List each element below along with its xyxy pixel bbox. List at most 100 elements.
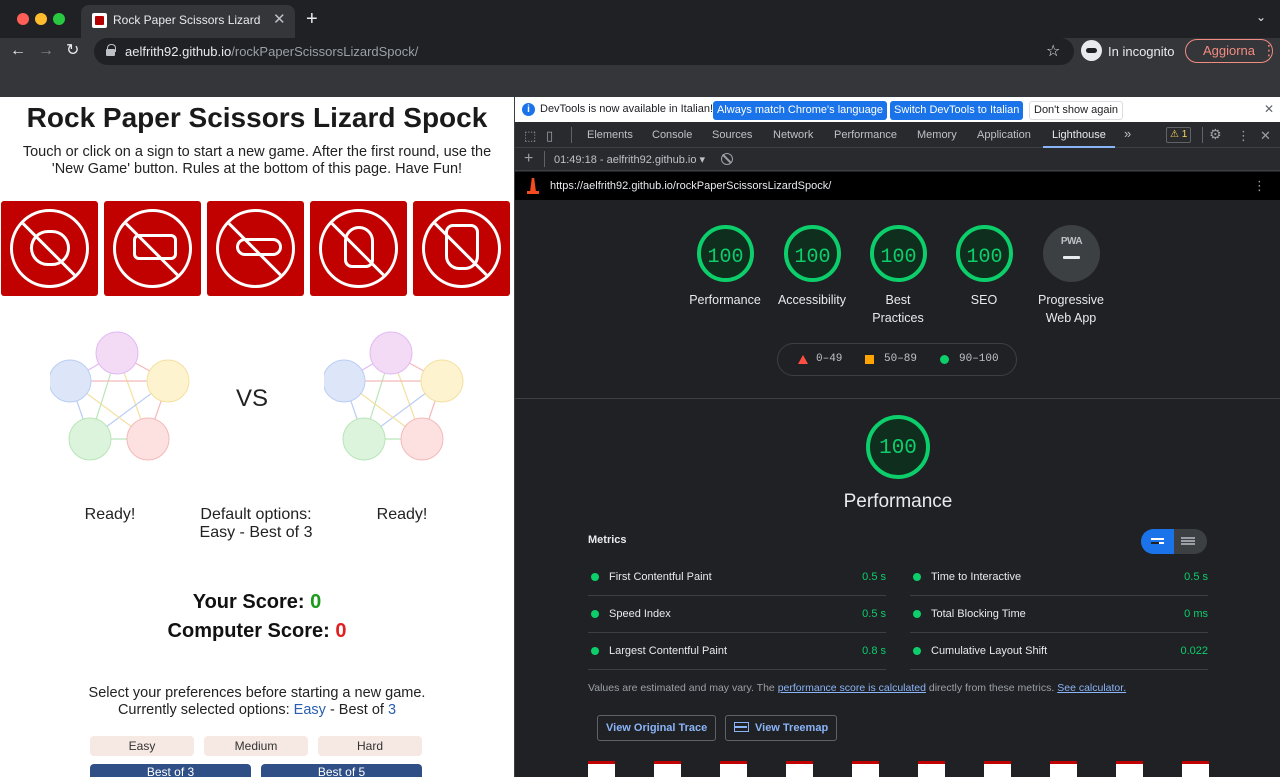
- vs-label: VS: [236, 385, 269, 412]
- filmstrip-frame: [984, 761, 1011, 777]
- computer-choice-wheel: [324, 331, 464, 461]
- computer-score: Computer Score: 0: [167, 620, 347, 642]
- preferences-text: Select your preferences before starting …: [88, 685, 426, 718]
- computer-score-value: 0: [335, 620, 347, 642]
- inspect-element-icon[interactable]: ⬚: [524, 128, 536, 144]
- info-icon: i: [522, 103, 535, 116]
- pass-circle-icon: [940, 355, 949, 364]
- your-score-value: 0: [310, 591, 322, 613]
- report-url-bar: https://aelfrith92.github.io/rockPaperSc…: [515, 172, 1280, 200]
- update-button[interactable]: Aggiorna: [1185, 39, 1273, 63]
- tab-network[interactable]: Network: [773, 129, 813, 141]
- medium-button[interactable]: Medium: [204, 736, 308, 756]
- bookmark-star-icon[interactable]: ☆: [1046, 41, 1060, 61]
- switch-language-button[interactable]: Switch DevTools to Italian: [890, 101, 1024, 120]
- tab-lighthouse[interactable]: Lighthouse: [1052, 129, 1106, 141]
- tab-sources[interactable]: Sources: [712, 129, 752, 141]
- report-url[interactable]: https://aelfrith92.github.io/rockPaperSc…: [550, 180, 831, 192]
- more-tabs-icon[interactable]: »: [1124, 126, 1131, 141]
- filmstrip-frame: [654, 761, 681, 777]
- tab-application[interactable]: Application: [977, 129, 1031, 141]
- close-window-button[interactable]: [17, 13, 29, 25]
- tab-memory[interactable]: Memory: [917, 129, 957, 141]
- new-report-icon[interactable]: +: [524, 150, 533, 168]
- default-options-text: Default options: Easy - Best of 3: [199, 506, 313, 541]
- warnings-badge[interactable]: ⚠ 1: [1166, 127, 1192, 143]
- metric-tti: Time to Interactive 0.5 s: [910, 559, 1208, 596]
- devtools-close-icon[interactable]: ✕: [1260, 128, 1271, 144]
- filmstrip-frame: [1116, 761, 1143, 777]
- infobar-close-icon[interactable]: ✕: [1264, 102, 1274, 116]
- computer-status: Ready!: [376, 506, 428, 523]
- selected-rounds: 3: [387, 702, 397, 718]
- intro-text: Touch or click on a sign to start a new …: [22, 144, 492, 177]
- lock-icon[interactable]: [106, 44, 116, 56]
- hard-button[interactable]: Hard: [318, 736, 422, 756]
- address-bar[interactable]: aelfrith92.github.io/rockPaperScissorsLi…: [94, 38, 1074, 65]
- scissors-button[interactable]: [207, 201, 304, 296]
- filmstrip-frame: [720, 761, 747, 777]
- maximize-window-button[interactable]: [53, 13, 65, 25]
- selected-difficulty: Easy: [293, 702, 326, 718]
- devtools-menu-icon[interactable]: ⋮: [1237, 128, 1250, 144]
- summary-view-icon[interactable]: [1141, 529, 1174, 554]
- back-icon[interactable]: ←: [10, 41, 26, 61]
- player-choice-wheel: [50, 331, 190, 461]
- metrics-heading: Metrics: [588, 534, 627, 546]
- easy-button[interactable]: Easy: [90, 736, 194, 756]
- browser-tab[interactable]: Rock Paper Scissors Lizard Spock ✕: [81, 5, 295, 38]
- tab-search-chevron-icon[interactable]: ⌄: [1256, 10, 1266, 24]
- new-tab-button[interactable]: +: [306, 8, 318, 30]
- browser-menu-icon[interactable]: ⋮: [1262, 42, 1276, 59]
- paper-icon: [113, 209, 192, 288]
- game-page: Rock Paper Scissors Lizard Spock Touch o…: [0, 97, 514, 777]
- filmstrip-frame: [588, 761, 615, 777]
- paper-button[interactable]: [104, 201, 201, 296]
- expanded-view-icon[interactable]: [1181, 537, 1195, 539]
- pwa-badge-icon: PWA: [1060, 236, 1083, 247]
- tab-console[interactable]: Console: [652, 129, 692, 141]
- score-calculated-link[interactable]: performance score is calculated: [778, 682, 926, 694]
- player-status: Ready!: [84, 506, 136, 523]
- best-of-3-button[interactable]: Best of 3: [90, 764, 251, 777]
- lizard-button[interactable]: [310, 201, 407, 296]
- address-text: aelfrith92.github.io/rockPaperScissorsLi…: [125, 44, 419, 59]
- see-calculator-link[interactable]: See calculator.: [1057, 682, 1126, 694]
- infobar-text: DevTools is now available in Italian!: [540, 103, 714, 115]
- lighthouse-logo-icon: [527, 178, 539, 194]
- sign-buttons: [1, 201, 513, 297]
- view-treemap-button[interactable]: View Treemap: [725, 715, 838, 741]
- rock-button[interactable]: [1, 201, 98, 296]
- tab-close-icon[interactable]: ✕: [273, 11, 286, 29]
- tab-performance[interactable]: Performance: [834, 129, 897, 141]
- tab-elements[interactable]: Elements: [587, 129, 633, 141]
- dont-show-again-button[interactable]: Don't show again: [1029, 101, 1124, 120]
- tab-favicon-icon: [92, 13, 107, 28]
- minimize-window-button[interactable]: [35, 13, 47, 25]
- view-original-trace-button[interactable]: View Original Trace: [597, 715, 717, 741]
- device-toolbar-icon[interactable]: ▯: [546, 128, 553, 144]
- metric-speed-index: Speed Index 0.5 s: [588, 596, 886, 633]
- report-menu-icon[interactable]: ⋮: [1253, 178, 1266, 194]
- metric-cls: Cumulative Layout Shift 0.022: [910, 633, 1208, 670]
- filmstrip-frame: [1050, 761, 1077, 777]
- metric-tbt: Total Blocking Time 0 ms: [910, 596, 1208, 633]
- language-infobar: i DevTools is now available in Italian! …: [515, 97, 1280, 122]
- browser-toolbar: ← → ↻ aelfrith92.github.io/rockPaperScis…: [0, 38, 1280, 66]
- performance-title: Performance: [843, 491, 953, 512]
- devtools-tabbar: ⬚ ▯ Elements Console Sources Network Per…: [515, 122, 1280, 148]
- gauge-pwa[interactable]: PWA Progressive Web App: [1016, 225, 1126, 335]
- forward-icon[interactable]: →: [38, 41, 54, 61]
- settings-gear-icon[interactable]: ⚙: [1209, 126, 1222, 143]
- values-note: Values are estimated and may vary. The p…: [588, 682, 1127, 694]
- metrics-view-toggle[interactable]: [1141, 529, 1207, 554]
- spock-button[interactable]: [413, 201, 510, 296]
- rock-icon: [10, 209, 89, 288]
- clear-reports-icon[interactable]: [721, 153, 733, 165]
- best-of-5-button[interactable]: Best of 5: [261, 764, 422, 777]
- report-selector[interactable]: 01:49:18 - aelfrith92.github.io ▾: [554, 153, 705, 166]
- match-language-button[interactable]: Always match Chrome's language: [713, 101, 887, 120]
- reload-icon[interactable]: ↻: [66, 41, 79, 61]
- tab-title: Rock Paper Scissors Lizard Spock: [113, 13, 263, 27]
- metric-lcp: Largest Contentful Paint 0.8 s: [588, 633, 886, 670]
